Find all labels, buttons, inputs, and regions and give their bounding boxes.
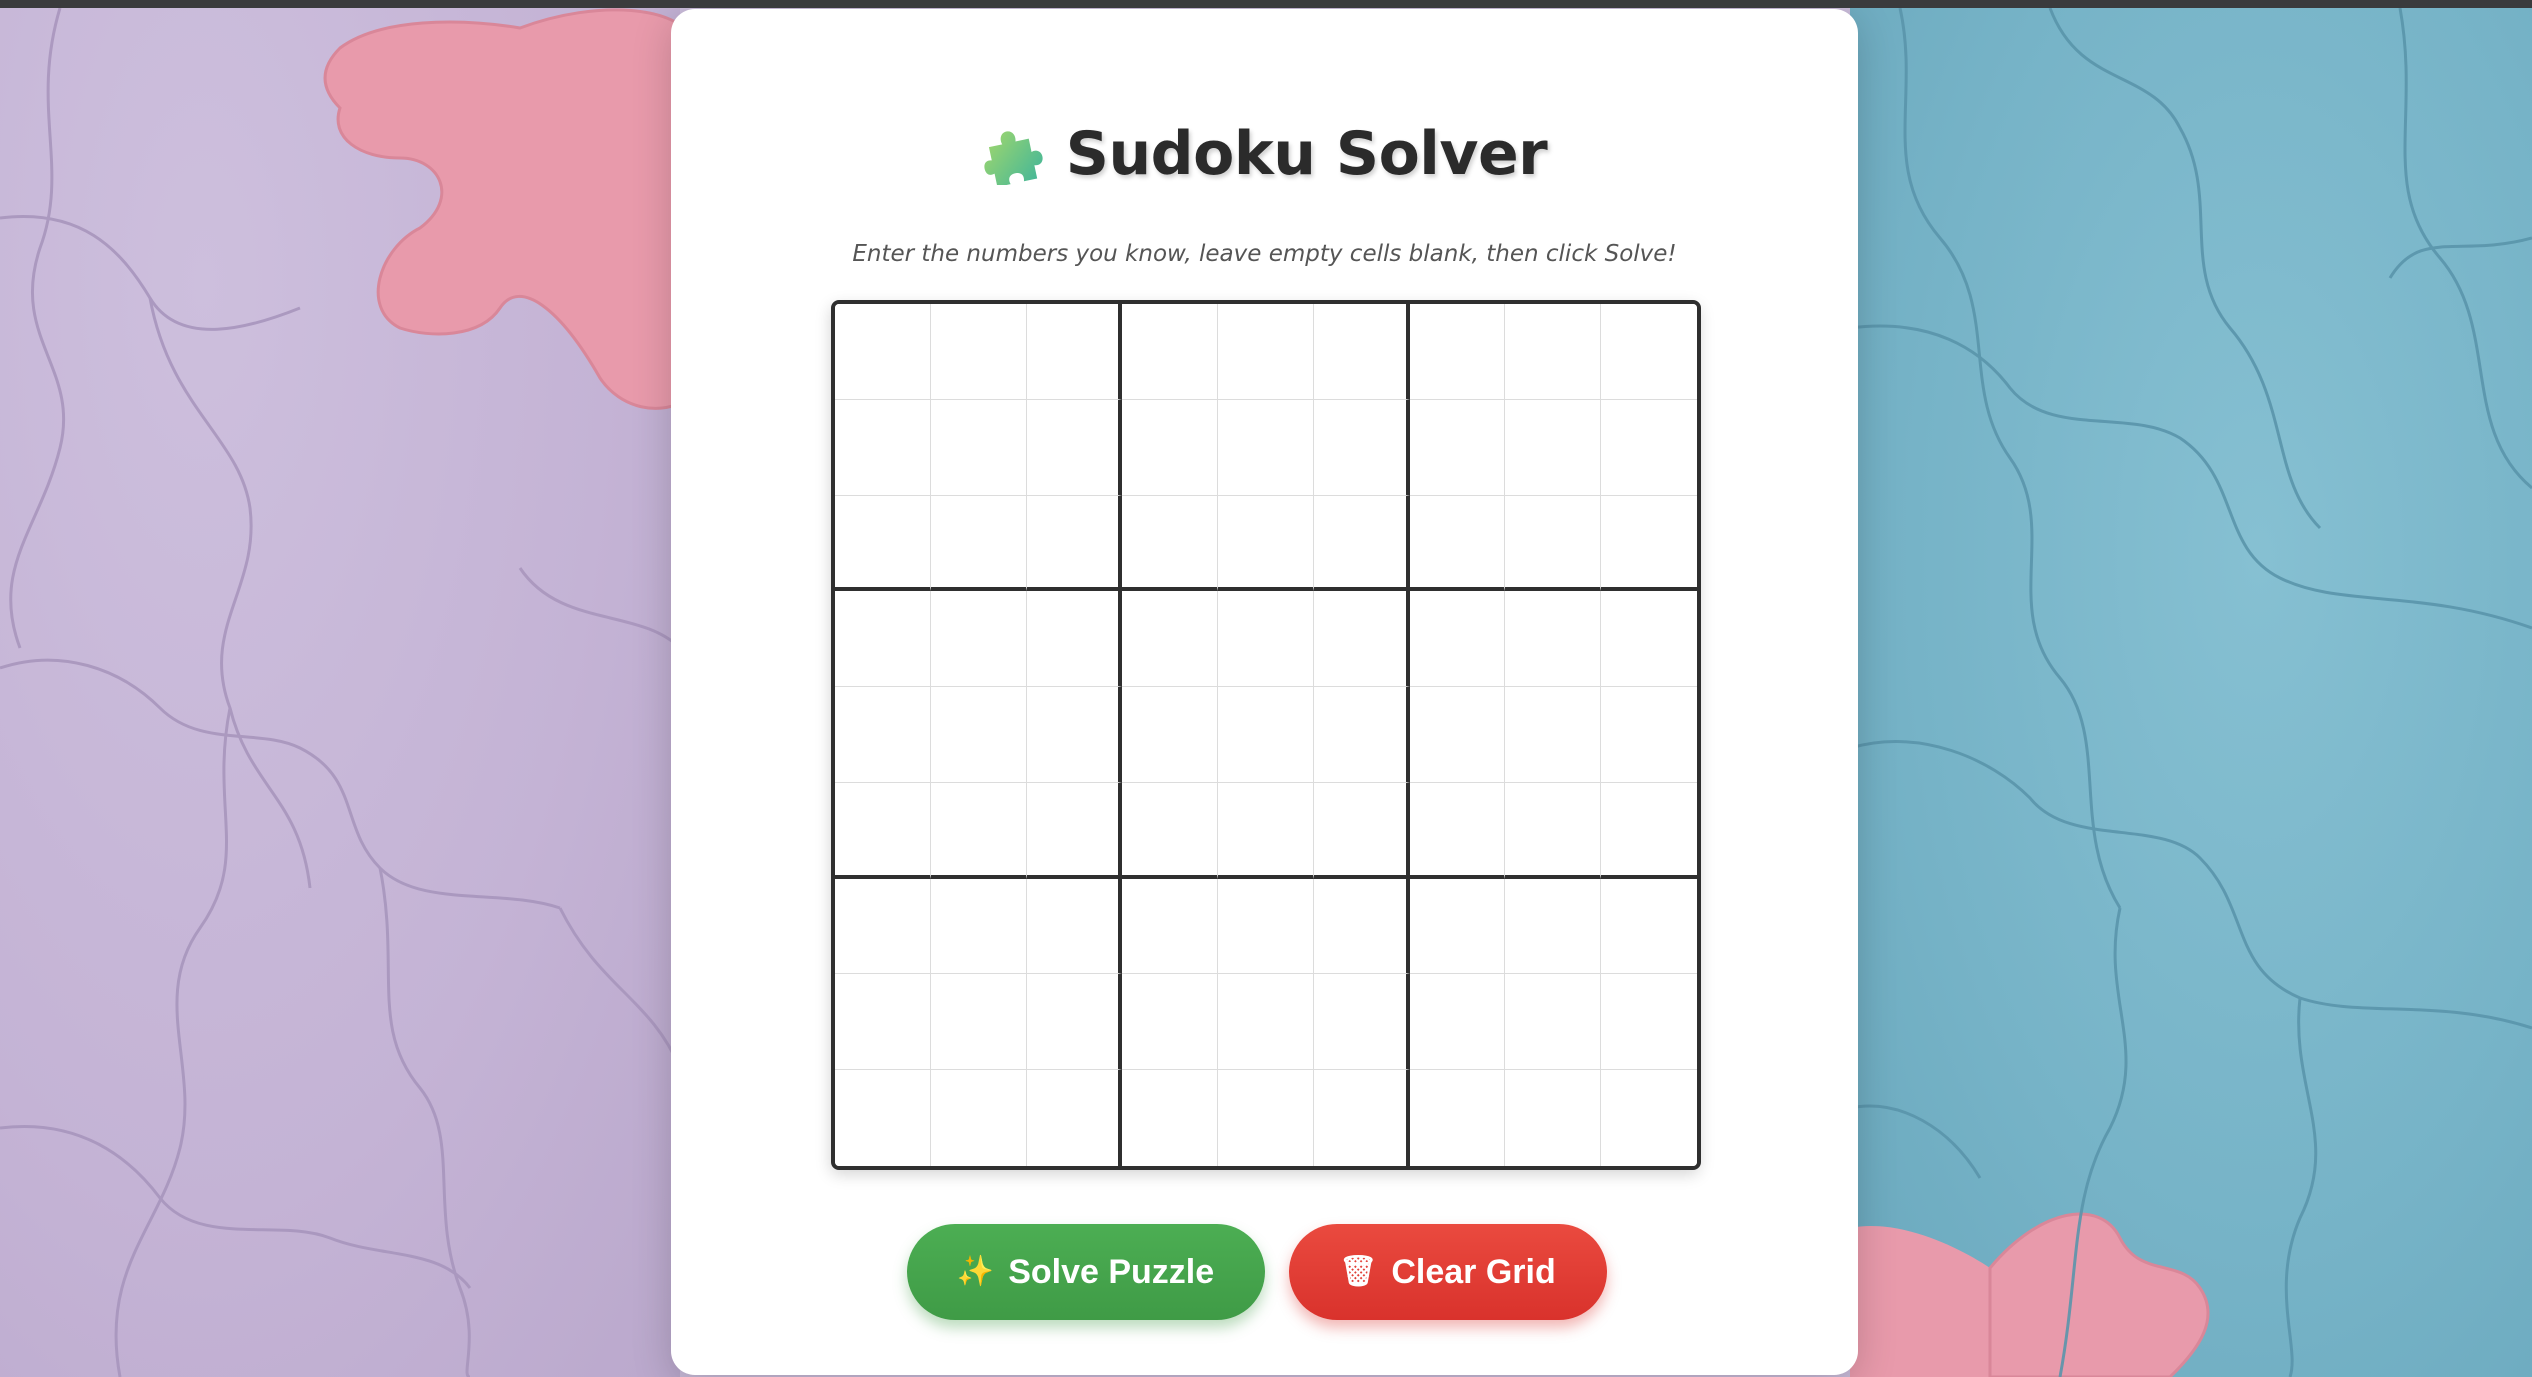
instructions-text: Enter the numbers you know, leave empty … — [852, 241, 1677, 267]
sudoku-cell[interactable] — [835, 399, 931, 496]
sudoku-cell[interactable] — [1218, 782, 1314, 879]
sudoku-cell[interactable] — [1601, 591, 1697, 688]
sudoku-cell[interactable] — [1505, 495, 1602, 592]
sudoku-cell[interactable] — [835, 974, 931, 1071]
sudoku-cell[interactable] — [1505, 782, 1602, 879]
sudoku-cell[interactable] — [1218, 878, 1314, 975]
sudoku-grid-container — [831, 300, 1701, 1170]
sudoku-cell[interactable] — [1313, 974, 1410, 1071]
sudoku-cell[interactable] — [1122, 687, 1219, 783]
sudoku-cell[interactable] — [930, 974, 1027, 1071]
sudoku-cell[interactable] — [1505, 1070, 1602, 1166]
sudoku-cell[interactable] — [1122, 878, 1219, 975]
sudoku-cell[interactable] — [1218, 304, 1314, 400]
sudoku-cell[interactable] — [835, 687, 931, 783]
sudoku-cell[interactable] — [835, 878, 931, 975]
sudoku-cell[interactable] — [1313, 1070, 1410, 1166]
sudoku-cell[interactable] — [1505, 591, 1602, 688]
sudoku-cell[interactable] — [930, 591, 1027, 688]
sudoku-cell[interactable] — [1026, 304, 1123, 400]
clear-button-label: Clear Grid — [1391, 1252, 1556, 1291]
sudoku-cell[interactable] — [1505, 399, 1602, 496]
sudoku-cell[interactable] — [1122, 591, 1219, 688]
sudoku-cell[interactable] — [1026, 591, 1123, 688]
solve-puzzle-button[interactable]: ✨ Solve Puzzle — [906, 1224, 1265, 1320]
sudoku-cell[interactable] — [1218, 591, 1314, 688]
sudoku-cell[interactable] — [1409, 1070, 1506, 1166]
sudoku-cell[interactable] — [1601, 495, 1697, 592]
sudoku-cell[interactable] — [930, 399, 1027, 496]
sudoku-cell[interactable] — [1409, 782, 1506, 879]
sudoku-cell[interactable] — [1601, 782, 1697, 879]
sudoku-cell[interactable] — [1026, 399, 1123, 496]
sudoku-cell[interactable] — [1409, 878, 1506, 975]
sudoku-cell[interactable] — [1505, 974, 1602, 1071]
sudoku-cell[interactable] — [1409, 591, 1506, 688]
sudoku-cell[interactable] — [930, 495, 1027, 592]
sudoku-cell[interactable] — [1026, 782, 1123, 879]
sudoku-cell[interactable] — [1218, 687, 1314, 783]
sudoku-cell[interactable] — [1313, 878, 1410, 975]
sudoku-cell[interactable] — [1409, 304, 1506, 400]
sudoku-cell[interactable] — [1026, 878, 1123, 975]
sudoku-cell[interactable] — [1218, 399, 1314, 496]
browser-top-bar — [0, 0, 2532, 8]
sudoku-cell[interactable] — [1601, 1070, 1697, 1166]
sudoku-cell[interactable] — [835, 1070, 931, 1166]
sudoku-cell[interactable] — [1218, 974, 1314, 1071]
page-title: Sudoku Solver — [1065, 119, 1548, 189]
sudoku-cell[interactable] — [1601, 687, 1697, 783]
sudoku-cell[interactable] — [1026, 1070, 1123, 1166]
sudoku-cell[interactable] — [930, 1070, 1027, 1166]
sudoku-cell[interactable] — [1313, 399, 1410, 496]
sudoku-cell[interactable] — [1313, 304, 1410, 400]
sudoku-cell[interactable] — [1122, 399, 1219, 496]
sudoku-cell[interactable] — [1313, 687, 1410, 783]
sudoku-cell[interactable] — [1122, 304, 1219, 400]
clear-grid-button[interactable]: 🗑 Clear Grid — [1288, 1224, 1607, 1320]
sudoku-cell[interactable] — [1122, 974, 1219, 1071]
sudoku-cell[interactable] — [1122, 782, 1219, 879]
sudoku-cell[interactable] — [1218, 1070, 1314, 1166]
solver-card: Sudoku Solver Enter the numbers you know… — [671, 9, 1858, 1375]
sudoku-cell[interactable] — [1409, 399, 1506, 496]
sudoku-cell[interactable] — [1505, 878, 1602, 975]
sudoku-cell[interactable] — [1505, 304, 1602, 400]
title-row: Sudoku Solver — [671, 109, 1858, 199]
sudoku-cell[interactable] — [1313, 591, 1410, 688]
puzzle-piece-icon — [982, 123, 1044, 185]
solve-button-label: Solve Puzzle — [1008, 1252, 1215, 1291]
sudoku-cell[interactable] — [930, 878, 1027, 975]
sudoku-cell[interactable] — [835, 782, 931, 879]
sudoku-cell[interactable] — [1026, 495, 1123, 592]
action-buttons: ✨ Solve Puzzle 🗑 Clear Grid — [671, 1224, 1858, 1324]
sudoku-cell[interactable] — [835, 304, 931, 400]
sudoku-cell[interactable] — [930, 687, 1027, 783]
sudoku-grid — [831, 300, 1701, 1170]
trash-icon: 🗑 — [1339, 1255, 1378, 1288]
sudoku-cell[interactable] — [1026, 687, 1123, 783]
sudoku-cell[interactable] — [1409, 687, 1506, 783]
sudoku-cell[interactable] — [1409, 974, 1506, 1071]
sudoku-cell[interactable] — [1122, 1070, 1219, 1166]
sudoku-cell[interactable] — [1601, 304, 1697, 400]
sudoku-cell[interactable] — [1601, 399, 1697, 496]
sudoku-cell[interactable] — [835, 495, 931, 592]
sudoku-cell[interactable] — [1505, 687, 1602, 783]
sudoku-cell[interactable] — [930, 304, 1027, 400]
sudoku-cell[interactable] — [1601, 878, 1697, 975]
sudoku-cell[interactable] — [1026, 974, 1123, 1071]
sudoku-cell[interactable] — [1601, 974, 1697, 1071]
sudoku-cell[interactable] — [835, 591, 931, 688]
sudoku-cell[interactable] — [1409, 495, 1506, 592]
sudoku-cell[interactable] — [1313, 782, 1410, 879]
sudoku-cell[interactable] — [1218, 495, 1314, 592]
sudoku-cell[interactable] — [930, 782, 1027, 879]
sudoku-cell[interactable] — [1122, 495, 1219, 592]
sudoku-cell[interactable] — [1313, 495, 1410, 592]
sparkles-icon: ✨ — [956, 1255, 995, 1288]
